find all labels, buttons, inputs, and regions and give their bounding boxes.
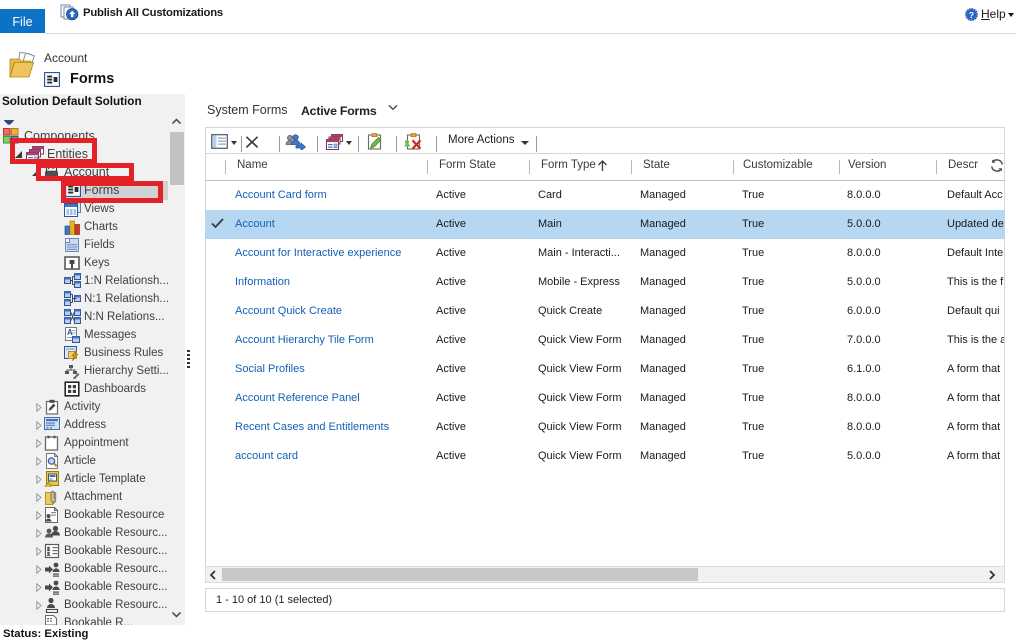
- svg-text:?: ?: [969, 10, 974, 20]
